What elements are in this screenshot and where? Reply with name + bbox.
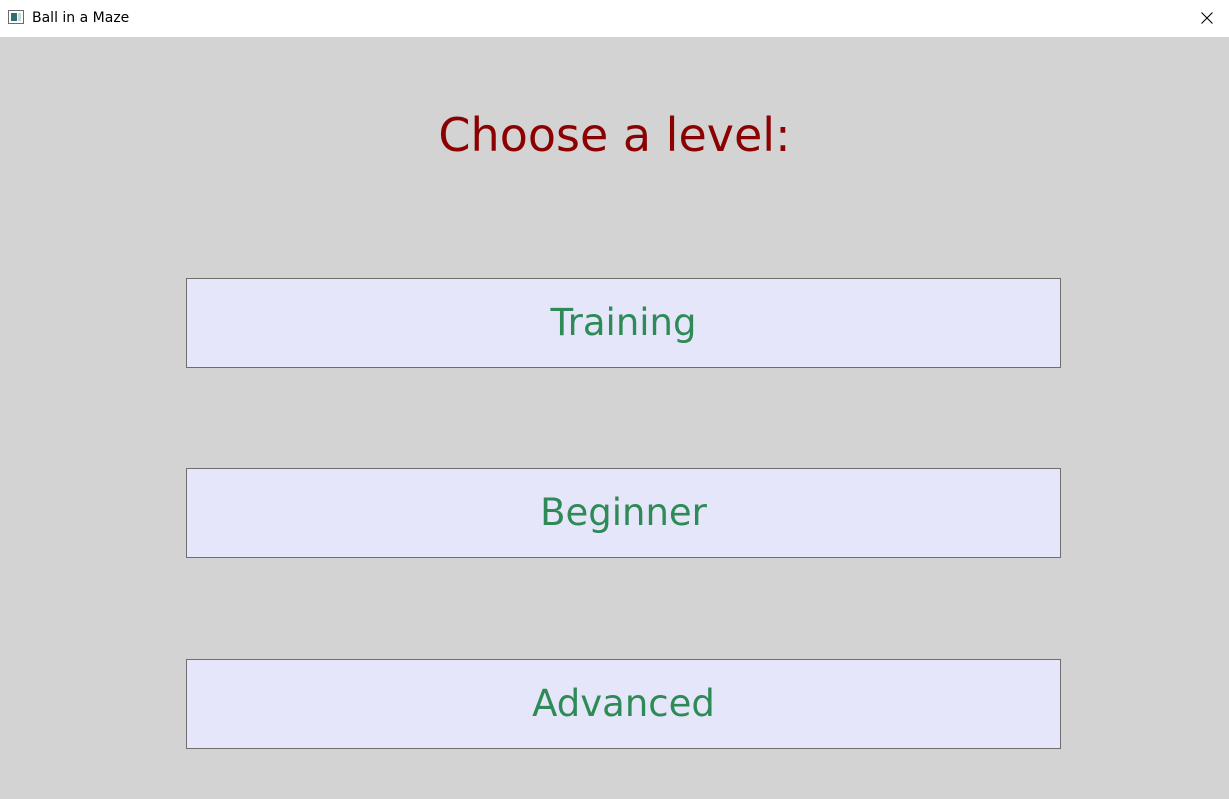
beginner-level-button[interactable]: Beginner [186,468,1061,558]
advanced-level-label: Advanced [532,682,715,725]
close-button[interactable] [1183,0,1229,37]
title-bar[interactable]: Ball in a Maze [0,0,1229,37]
training-level-label: Training [550,301,697,344]
training-level-button[interactable]: Training [186,278,1061,368]
beginner-level-label: Beginner [540,491,707,534]
app-window: Ball in a Maze Choose a level: Training … [0,0,1229,799]
close-icon [1201,12,1213,24]
window-title: Ball in a Maze [32,10,130,26]
page-title: Choose a level: [438,108,791,162]
advanced-level-button[interactable]: Advanced [186,659,1061,749]
app-window-icon [8,10,24,24]
